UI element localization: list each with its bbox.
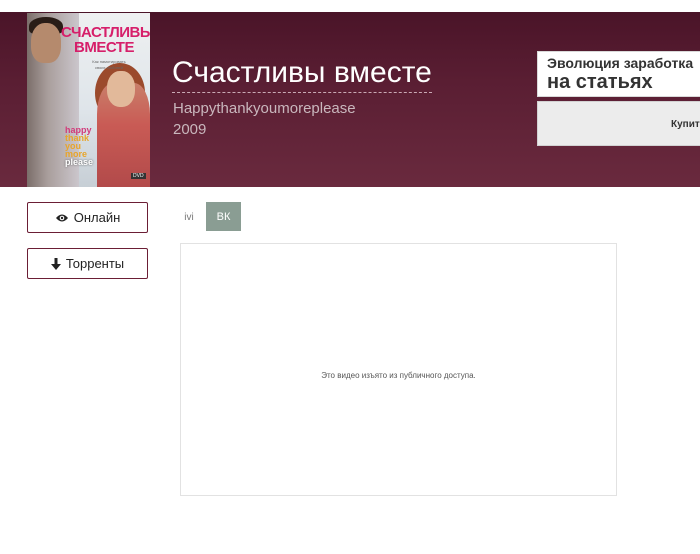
- movie-poster[interactable]: СЧАСТЛИВЫ ВМЕСТЕ Как намотировать своих …: [27, 13, 150, 187]
- video-player[interactable]: Это видео изъято из публичного доступа.: [180, 243, 617, 496]
- online-button[interactable]: Онлайн: [27, 202, 148, 233]
- original-title: Happythankyoumoreplease: [173, 100, 356, 117]
- tab-vk[interactable]: ВК: [206, 202, 241, 231]
- poster-tagline: Как намотировать своих любовей: [92, 59, 126, 70]
- torrents-button[interactable]: Торренты: [27, 248, 148, 279]
- release-year: 2009: [173, 121, 207, 138]
- poster-slogan: happy thank you more please: [65, 125, 94, 167]
- torrents-button-label: Торренты: [65, 256, 125, 271]
- eye-icon: [55, 213, 69, 223]
- poster-title: СЧАСТЛИВЫ ВМЕСТЕ: [61, 24, 150, 56]
- player-message: Это видео изъято из публичного доступа.: [321, 371, 476, 380]
- movie-title[interactable]: Счастливы вместе: [172, 56, 432, 93]
- top-strip: [0, 0, 700, 12]
- arrow-down-icon: [50, 257, 61, 270]
- ad-banner[interactable]: Эволюция заработка на статьях: [537, 51, 700, 97]
- ad-buy-label: Купить: [671, 119, 700, 130]
- ad-buy-button[interactable]: Купить: [537, 101, 700, 146]
- online-button-label: Онлайн: [73, 210, 121, 225]
- tab-ivi[interactable]: ivi: [180, 206, 198, 228]
- poster-dvd-badge: DVD: [131, 173, 146, 179]
- ad-headline: Эволюция заработка: [547, 55, 694, 71]
- ad-subheadline: на статьях: [547, 71, 653, 93]
